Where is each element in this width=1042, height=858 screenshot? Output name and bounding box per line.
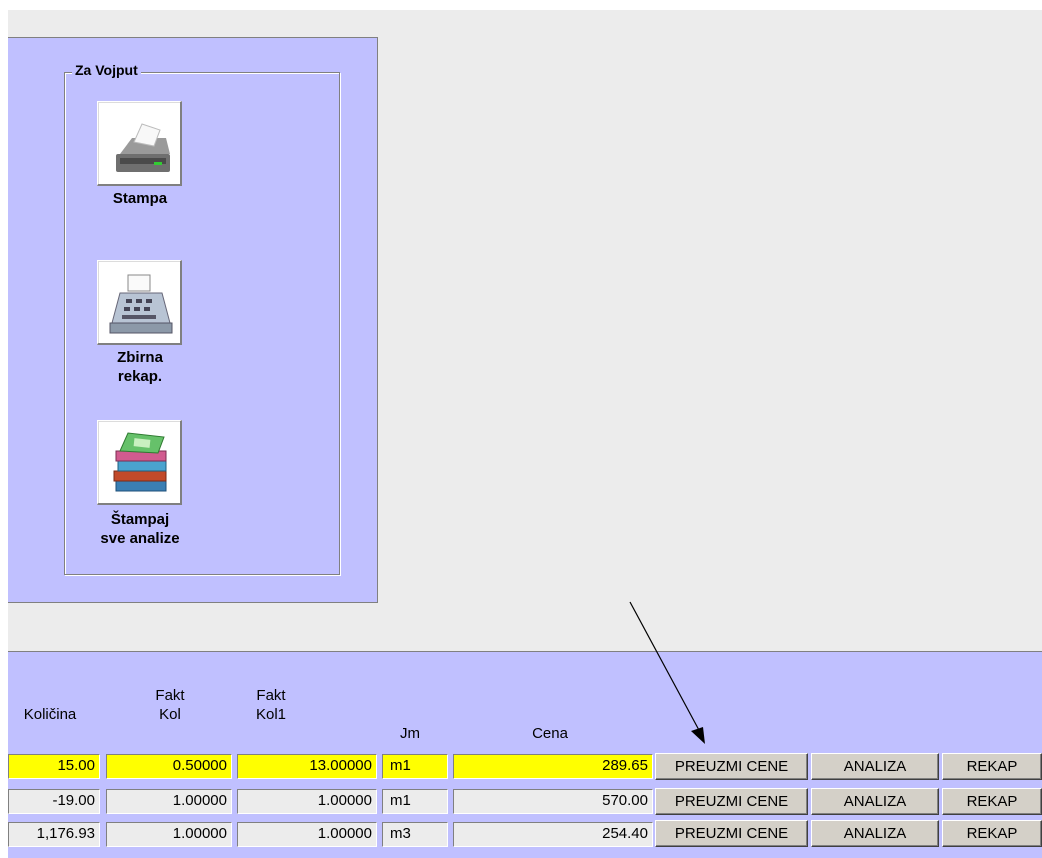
screen: Za Vojput Stampa Zbirna rekap. Štampaj s…: [0, 0, 1042, 858]
annotation-arrow: [629, 601, 705, 744]
